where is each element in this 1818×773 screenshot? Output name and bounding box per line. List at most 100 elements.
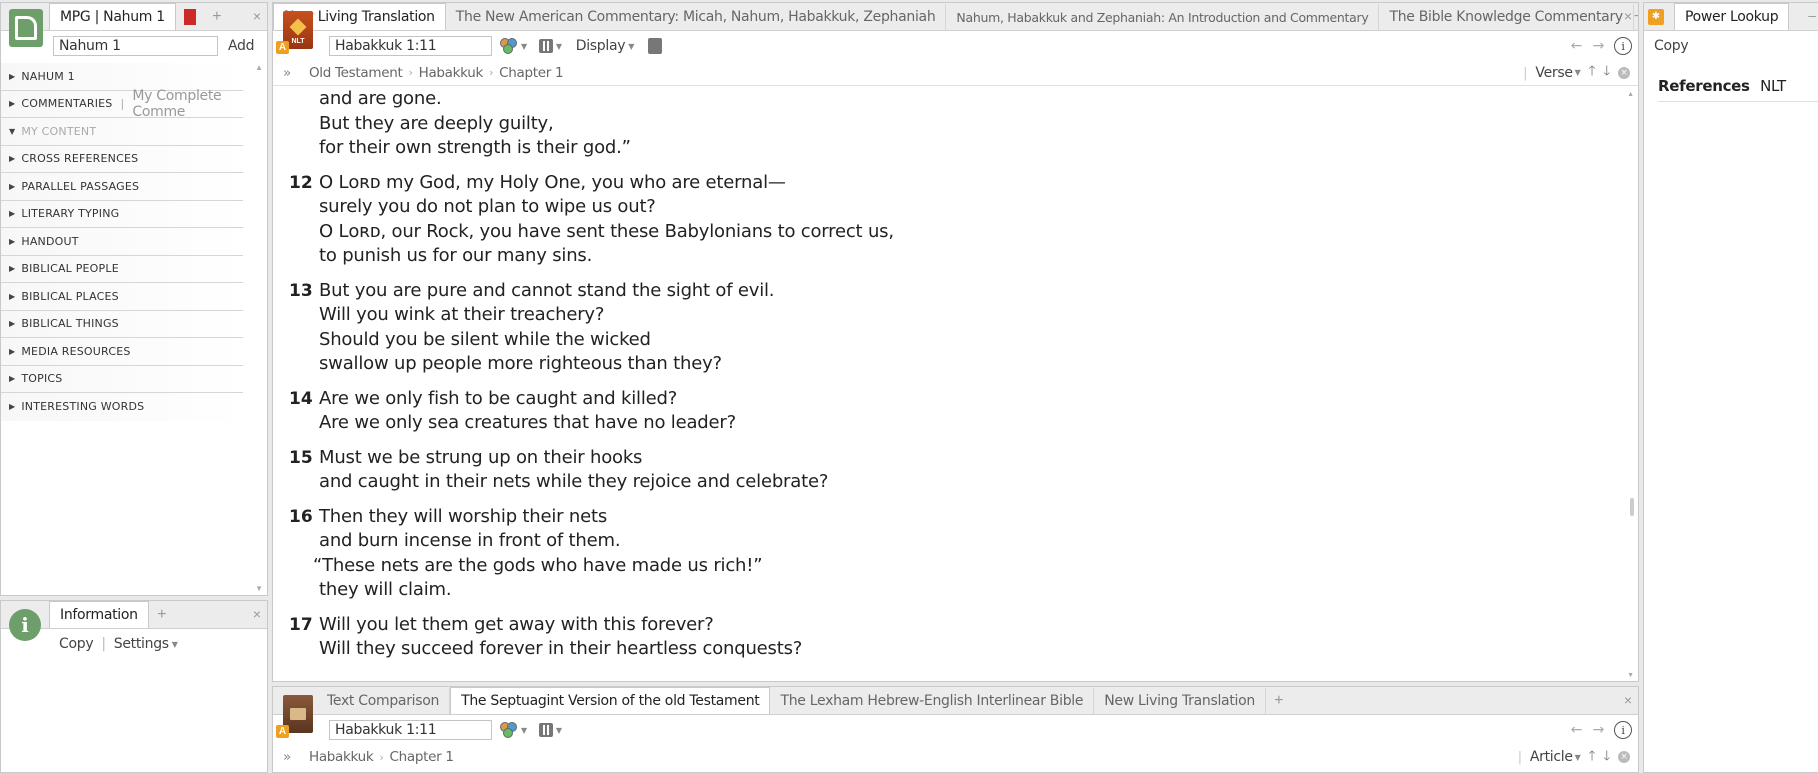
verse-number[interactable]: 12 (273, 171, 319, 269)
verse-line: and caught in their nets while they rejo… (319, 471, 829, 492)
verse-selector[interactable]: Verse (1535, 65, 1573, 81)
bible-text: and are gone. But they are deeply guilty… (273, 87, 1624, 681)
section-label: BIBLICAL THINGS (21, 317, 119, 331)
tab-bible-knowledge-commentary[interactable]: The Bible Knowledge Commentary (1379, 4, 1634, 30)
verse-11-continued: and are gone. But they are deeply guilty… (273, 87, 1624, 161)
info-circle-icon[interactable]: i (1614, 37, 1632, 55)
visual-filters-icon[interactable] (500, 722, 518, 738)
section-media-resources[interactable]: ▶ MEDIA RESOURCES (1, 338, 243, 366)
verse-12: 12 O Lᴏʀᴅ my God, my Holy One, you who a… (273, 171, 1624, 269)
tab-new-living-translation-bottom[interactable]: New Living Translation (1094, 688, 1266, 714)
bookmark-icon[interactable] (176, 4, 204, 30)
scroll-down-icon[interactable]: ▼ (1627, 672, 1634, 679)
section-parallel-passages[interactable]: ▶ PARALLEL PASSAGES (1, 173, 243, 201)
expand-triangle-icon: ▶ (9, 181, 16, 191)
section-handout[interactable]: ▶ HANDOUT (1, 228, 243, 256)
tab-power-lookup[interactable]: Power Lookup (1674, 3, 1790, 30)
tab-guide[interactable]: MPG | Nahum 1 (49, 3, 176, 30)
next-article-icon[interactable]: 🡓 (1603, 746, 1610, 769)
section-my-content[interactable]: ▼ MY CONTENT (1, 118, 243, 146)
chevron-down-icon: ▼ (555, 725, 562, 735)
close-search-icon[interactable]: × (1618, 66, 1630, 79)
section-literary-typing[interactable]: ▶ LITERARY TYPING (1, 200, 243, 228)
section-label: LITERARY TYPING (21, 207, 120, 221)
verse-line: Are we only fish to be caught and killed… (319, 387, 678, 409)
add-tab-icon[interactable]: + (149, 602, 175, 628)
power-lookup-app-icon[interactable]: ✱ (1644, 3, 1668, 30)
back-arrow-icon[interactable]: ← (1571, 38, 1583, 54)
close-panel-icon[interactable]: × (253, 8, 261, 24)
next-verse-icon[interactable]: 🡓 (1603, 61, 1610, 84)
verse-number[interactable]: 13 (273, 279, 319, 377)
settings-button[interactable]: Settings (114, 636, 169, 652)
previous-article-icon[interactable]: 🡑 (1589, 746, 1596, 769)
article-selector[interactable]: Article (1530, 749, 1573, 765)
section-topics[interactable]: ▶ TOPICS (1, 365, 243, 393)
copy-button[interactable]: Copy (1654, 38, 1689, 54)
guide-scroll-down-icon[interactable]: ▼ (255, 584, 263, 593)
expand-triangle-icon: ▶ (9, 236, 16, 246)
section-label: HANDOUT (21, 234, 79, 248)
display-button[interactable]: Display (576, 38, 626, 54)
power-toolbar: Copy (1644, 32, 1818, 60)
commentary-collection-link[interactable]: My Complete Comme (132, 88, 243, 120)
verse-line: Will they succeed forever in their heart… (319, 638, 803, 659)
parallel-resources-icon[interactable] (538, 39, 553, 53)
panel-menu-icon[interactable] (648, 38, 663, 54)
close-search-icon[interactable]: × (1618, 751, 1630, 763)
previous-verse-icon[interactable]: 🡑 (1589, 61, 1596, 84)
breadcrumb-chapter[interactable]: Chapter 1 (499, 65, 563, 81)
bottom-reference-input[interactable]: Habakkuk 1:11 (329, 720, 492, 740)
forward-arrow-icon[interactable]: → (1593, 38, 1605, 54)
section-nahum-1[interactable]: ▶ NAHUM 1 (1, 63, 243, 91)
section-cross-references[interactable]: ▶ CROSS REFERENCES (1, 145, 243, 173)
visual-filters-icon[interactable] (500, 38, 518, 54)
parallel-resources-icon[interactable] (538, 723, 553, 737)
section-biblical-places[interactable]: ▶ BIBLICAL PLACES (1, 283, 243, 311)
verse-number[interactable]: 14 (273, 387, 319, 436)
tab-text-comparison[interactable]: Text Comparison (317, 688, 451, 714)
references-value[interactable]: NLT (1760, 77, 1786, 95)
back-arrow-icon[interactable]: ← (1571, 722, 1583, 738)
add-tab-icon[interactable]: + (1634, 4, 1638, 30)
expand-sidebar-icon[interactable]: » (283, 749, 291, 765)
guide-reference-input[interactable]: Nahum 1 (53, 36, 218, 56)
scroll-up-icon[interactable]: ▲ (1627, 91, 1634, 98)
guide-scroll-up-icon[interactable]: ▲ (255, 63, 263, 72)
expand-triangle-icon: ▶ (9, 346, 16, 356)
expand-sidebar-icon[interactable]: » (283, 65, 291, 81)
section-label: TOPICS (21, 372, 63, 386)
verse-line: Should you be silent while the wicked (319, 328, 651, 350)
bible-reference-input[interactable]: Habakkuk 1:11 (329, 36, 492, 56)
close-panel-icon[interactable]: × (1624, 692, 1632, 708)
tab-information[interactable]: Information (49, 601, 149, 628)
breadcrumb-book[interactable]: Habakkuk (419, 65, 484, 81)
add-button[interactable]: Add (228, 38, 255, 54)
section-interesting-words[interactable]: ▶ INTERESTING WORDS (1, 393, 243, 421)
info-circle-icon[interactable]: i (1614, 721, 1632, 739)
breadcrumb-book[interactable]: Habakkuk (309, 749, 374, 765)
breadcrumb-testament[interactable]: Old Testament (309, 65, 403, 81)
bible-tabbar: New Living Translation The New American … (273, 3, 1638, 31)
section-commentaries[interactable]: ▶ COMMENTARIES | My Complete Comme (1, 88, 243, 120)
minimize-panel-icon[interactable]: – (1808, 7, 1816, 23)
verse-number[interactable]: 15 (273, 446, 319, 495)
copy-button[interactable]: Copy (59, 636, 94, 652)
section-biblical-things[interactable]: ▶ BIBLICAL THINGS (1, 310, 243, 338)
tab-lexham-interlinear[interactable]: The Lexham Hebrew-English Interlinear Bi… (770, 688, 1095, 714)
bible-scrollbar-thumb[interactable] (1630, 498, 1634, 516)
add-tab-icon[interactable]: + (204, 4, 230, 30)
bottom-tabbar: Text Comparison The Septuagint Version o… (273, 687, 1638, 715)
forward-arrow-icon[interactable]: → (1593, 722, 1605, 738)
add-tab-icon[interactable]: + (1266, 688, 1292, 714)
close-panel-icon[interactable]: × (1624, 8, 1632, 24)
verse-line: to punish us for our many sins. (319, 245, 593, 266)
section-biblical-people[interactable]: ▶ BIBLICAL PEOPLE (1, 255, 243, 283)
tab-septuagint[interactable]: The Septuagint Version of the old Testam… (450, 687, 771, 714)
tab-nahum-habakkuk-zephaniah[interactable]: Nahum, Habakkuk and Zephaniah: An Introd… (946, 4, 1380, 30)
verse-number[interactable]: 17 (273, 613, 319, 662)
verse-line: But you are pure and cannot stand the si… (319, 279, 775, 301)
breadcrumb-chapter[interactable]: Chapter 1 (390, 749, 454, 765)
tab-new-american-commentary[interactable]: The New American Commentary: Micah, Nahu… (446, 4, 947, 30)
close-panel-icon[interactable]: × (253, 606, 261, 622)
